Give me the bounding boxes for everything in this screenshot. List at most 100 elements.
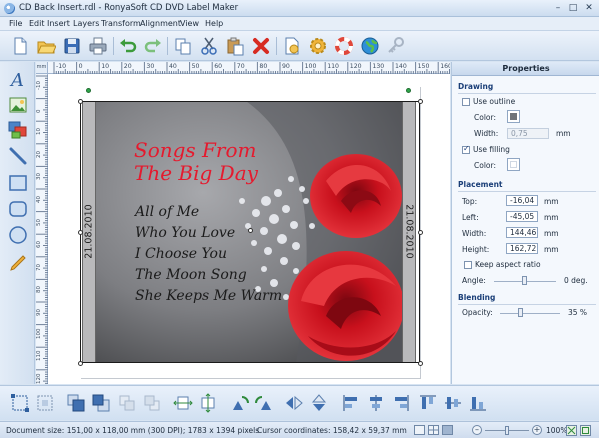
cut-icon[interactable] [199, 36, 219, 56]
zoom-out-icon[interactable]: – [472, 425, 482, 435]
use-outline-checkbox[interactable] [462, 98, 470, 106]
left-field[interactable]: -45,05 [506, 211, 538, 222]
flip-vertical-icon[interactable] [309, 393, 329, 413]
document-settings-icon[interactable] [282, 36, 302, 56]
rotation-handle[interactable] [86, 88, 91, 93]
align-left-icon[interactable] [341, 393, 361, 413]
ruler-label: 150 [417, 63, 430, 70]
ellipse-tool-icon[interactable] [7, 224, 29, 246]
center-handle[interactable] [248, 228, 253, 233]
width-unit: mm [544, 229, 559, 238]
fit-page-icon[interactable] [566, 425, 577, 436]
align-center-icon[interactable] [366, 393, 386, 413]
design-canvas[interactable]: 21.08.2010 21.08.2010 Songs From The Big… [50, 76, 450, 384]
drawing-section-title: Drawing [458, 82, 494, 91]
window-title: CD Back Insert.rdl - RonyaSoft CD DVD La… [19, 3, 239, 13]
resize-handle[interactable] [418, 361, 423, 366]
rotate-left-icon[interactable] [230, 393, 250, 413]
menu-alignment[interactable]: Alignment [140, 19, 181, 28]
cursor-coordinates-status: Cursor coordinates: 158,42 x 59,37 mm [257, 426, 407, 435]
use-outline-label: Use outline [473, 97, 516, 106]
opacity-slider-track [500, 313, 560, 314]
resize-handle[interactable] [78, 230, 83, 235]
picture-tool-icon[interactable] [7, 119, 29, 141]
select-all-icon[interactable] [10, 393, 30, 413]
save-icon[interactable] [62, 36, 82, 56]
pencil-tool-icon[interactable] [7, 250, 29, 272]
horizontal-ruler: -10 0 10 20 30 40 50 60 70 80 90 100 110 120 130 140 150… [36, 62, 450, 74]
send-backward-icon[interactable] [142, 393, 162, 413]
bring-forward-icon[interactable] [117, 393, 137, 413]
rectangle-tool-icon[interactable] [7, 172, 29, 194]
menu-layers[interactable]: Layers [73, 19, 99, 28]
fit-width-icon[interactable] [173, 393, 193, 413]
height-unit: mm [544, 245, 559, 254]
image-tool-icon[interactable] [7, 94, 29, 116]
rotate-right-icon[interactable] [254, 393, 274, 413]
ruler-label: 100 [304, 63, 317, 70]
maximize-button[interactable]: □ [566, 2, 580, 14]
lifebuoy-icon[interactable] [334, 36, 354, 56]
menu-help[interactable]: Help [205, 19, 223, 28]
resize-handle[interactable] [418, 230, 423, 235]
view-mode-grid-icon[interactable] [428, 425, 439, 435]
ruler-label: 100 [36, 328, 42, 339]
select-group-icon[interactable] [35, 393, 55, 413]
view-mode-fit-icon[interactable] [442, 425, 453, 435]
zoom-slider-knob[interactable] [505, 426, 509, 435]
text-tool-icon[interactable]: A [7, 68, 29, 91]
key-icon[interactable] [386, 36, 406, 56]
angle-slider-knob[interactable] [522, 276, 527, 285]
rounded-rectangle-tool-icon[interactable] [7, 198, 29, 220]
close-window-button[interactable]: ✕ [582, 2, 596, 14]
menu-insert[interactable]: Insert [47, 19, 70, 28]
menu-view[interactable]: View [180, 19, 199, 28]
actual-size-icon[interactable] [580, 425, 591, 436]
flip-horizontal-icon[interactable] [284, 393, 304, 413]
send-to-back-icon[interactable] [91, 393, 111, 413]
menu-edit[interactable]: Edit [29, 19, 45, 28]
bring-to-front-icon[interactable] [66, 393, 86, 413]
undo-icon[interactable] [118, 36, 138, 56]
zoom-in-icon[interactable]: + [532, 425, 542, 435]
menu-transform[interactable]: Transform [101, 19, 141, 28]
paste-icon[interactable] [225, 36, 245, 56]
keep-aspect-ratio-checkbox[interactable] [464, 261, 472, 269]
align-bottom-icon[interactable] [468, 393, 488, 413]
minimize-button[interactable]: – [551, 2, 565, 14]
resize-handle[interactable] [78, 361, 83, 366]
line-tool-icon[interactable] [7, 145, 29, 167]
gear-icon[interactable] [308, 36, 328, 56]
opacity-label: Opacity: [462, 308, 493, 317]
menu-bar: File Edit Insert Layers Transform Alignm… [0, 17, 599, 31]
view-mode-single-icon[interactable] [414, 425, 425, 435]
workspace[interactable]: -10 0 10 20 30 40 50 60 70 80 90 100 110 120 130 140 150… [36, 62, 450, 384]
outline-color-swatch[interactable] [507, 110, 520, 123]
resize-handle[interactable] [418, 99, 423, 104]
top-label: Top: [462, 197, 478, 206]
fill-color-swatch[interactable] [507, 158, 520, 171]
globe-icon[interactable] [360, 36, 380, 56]
use-filling-checkbox[interactable] [462, 144, 470, 154]
align-top-icon[interactable] [418, 393, 438, 413]
top-field[interactable]: -16,04 [506, 195, 538, 206]
rotation-handle[interactable] [406, 88, 411, 93]
menu-file[interactable]: File [9, 19, 22, 28]
align-middle-icon[interactable] [443, 393, 463, 413]
new-document-icon[interactable] [10, 36, 30, 56]
redo-icon[interactable] [143, 36, 163, 56]
delete-icon[interactable] [251, 36, 271, 56]
toolbar-separator [113, 37, 114, 55]
svg-text:A: A [9, 70, 24, 90]
height-label: Height: [462, 245, 490, 254]
align-right-icon[interactable] [391, 393, 411, 413]
copy-icon[interactable] [173, 36, 193, 56]
print-icon[interactable] [88, 36, 108, 56]
open-folder-icon[interactable] [36, 36, 57, 56]
resize-handle[interactable] [78, 99, 83, 104]
width-field[interactable]: 144,46 [506, 227, 538, 238]
fit-height-icon[interactable] [198, 393, 218, 413]
height-field[interactable]: 162,72 [506, 243, 538, 254]
outline-width-field[interactable]: 0,75 [507, 128, 549, 139]
opacity-slider-knob[interactable] [518, 308, 523, 317]
